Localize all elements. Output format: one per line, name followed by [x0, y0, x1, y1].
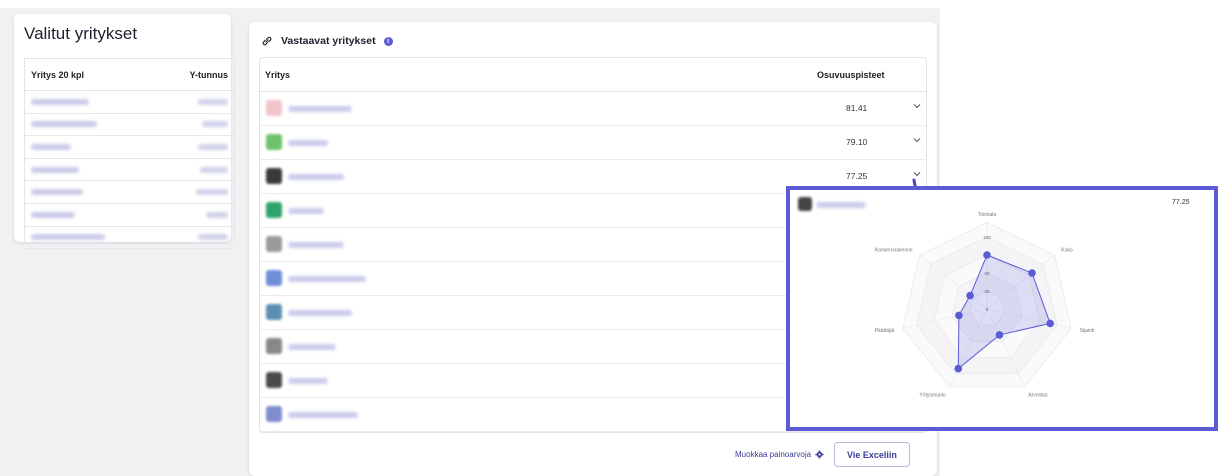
chevron-down-icon[interactable]: [912, 101, 922, 111]
table-row[interactable]: [25, 136, 234, 159]
radar-point: [983, 251, 991, 259]
col-company-header: Yritys 20 kpl: [31, 69, 85, 80]
selected-companies-header: Yritys 20 kpl Y-tunnus: [25, 59, 234, 91]
matching-companies-header: Vastaavat yritykset i: [261, 35, 393, 47]
company-name-blurred: [288, 276, 366, 282]
selected-companies-table: Yritys 20 kpl Y-tunnus: [24, 58, 235, 250]
company-logo: [266, 406, 282, 422]
company-logo: [266, 236, 282, 252]
edit-weights-link[interactable]: Muokkaa painoarvoja: [735, 450, 824, 459]
selected-companies-title: Valitut yritykset: [24, 24, 138, 43]
col-score-header: Osuvuuspisteet: [817, 69, 885, 80]
company-name-blurred: [288, 412, 358, 418]
radar-axis-label: Päättäjät: [875, 328, 895, 334]
company-name-blurred: [288, 378, 328, 384]
company-name-blurred: [288, 310, 352, 316]
radar-axis-label: Koko: [1061, 248, 1073, 254]
company-logo: [266, 168, 282, 184]
company-logo: [266, 134, 282, 150]
radar-point: [995, 331, 1004, 339]
selected-companies-panel: Valitut yritykset Yritys 20 kpl Y-tunnus: [14, 14, 235, 250]
export-excel-button[interactable]: Vie Exceliin: [834, 442, 910, 467]
radar-point: [955, 311, 963, 320]
table-footer: Muokkaa painoarvoja Vie Exceliin: [735, 442, 910, 467]
company-logo: [266, 372, 282, 388]
company-logo: [266, 304, 282, 320]
company-logo: [266, 338, 282, 354]
radar-axis-label: Yritysmuoto: [919, 393, 946, 399]
radar-chart: 1007550250ToimialaKokoSijaintiArvostusYr…: [875, 212, 1095, 399]
edit-weights-label: Muokkaa painoarvoja: [735, 450, 812, 459]
score-value: 81.41: [846, 103, 868, 113]
company-name-blurred: [288, 208, 324, 214]
radar-point: [966, 291, 974, 300]
table-row[interactable]: 79.10: [260, 126, 926, 160]
company-name-blurred: [288, 106, 352, 112]
radar-axis-label: Konsernirakenne: [875, 248, 913, 254]
gear-icon: [815, 450, 824, 459]
radar-point: [1028, 269, 1036, 277]
company-name-blurred: [288, 344, 336, 350]
chevron-down-icon[interactable]: [912, 135, 922, 145]
table-row[interactable]: [25, 159, 234, 182]
company-name-blurred: [288, 174, 344, 180]
company-logo: [266, 100, 282, 116]
radar-callout: 77.25 1007550250ToimialaKokoSijaintiArvo…: [786, 186, 1218, 431]
company-name-blurred: [288, 140, 328, 146]
link-icon: [262, 36, 272, 46]
radar-point: [1046, 319, 1054, 328]
table-row[interactable]: [25, 114, 234, 137]
matching-companies-title: Vastaavat yritykset: [281, 35, 376, 47]
radar-axis-label: Arvostus: [1028, 393, 1048, 399]
col-business-id-header: Y-tunnus: [189, 69, 229, 80]
table-row[interactable]: [25, 227, 234, 250]
company-logo: [266, 270, 282, 286]
table-row[interactable]: 81.41: [260, 92, 926, 126]
info-icon[interactable]: i: [383, 36, 393, 46]
table-row[interactable]: [25, 204, 234, 227]
score-value: 77.25: [846, 171, 868, 181]
company-logo: [266, 202, 282, 218]
col-company-header: Yritys: [265, 69, 291, 80]
score-value: 79.10: [846, 137, 868, 147]
radar-tick-label: 100: [983, 235, 991, 240]
radar-axis-label: Sijainti: [1080, 328, 1095, 334]
company-name-blurred: [288, 242, 344, 248]
table-row[interactable]: [25, 91, 234, 114]
table-header: Yritys Osuvuuspisteet: [260, 58, 926, 92]
table-row[interactable]: [25, 181, 234, 204]
radar-point: [954, 364, 963, 373]
radar-axis-label: Toimiala: [978, 212, 997, 218]
